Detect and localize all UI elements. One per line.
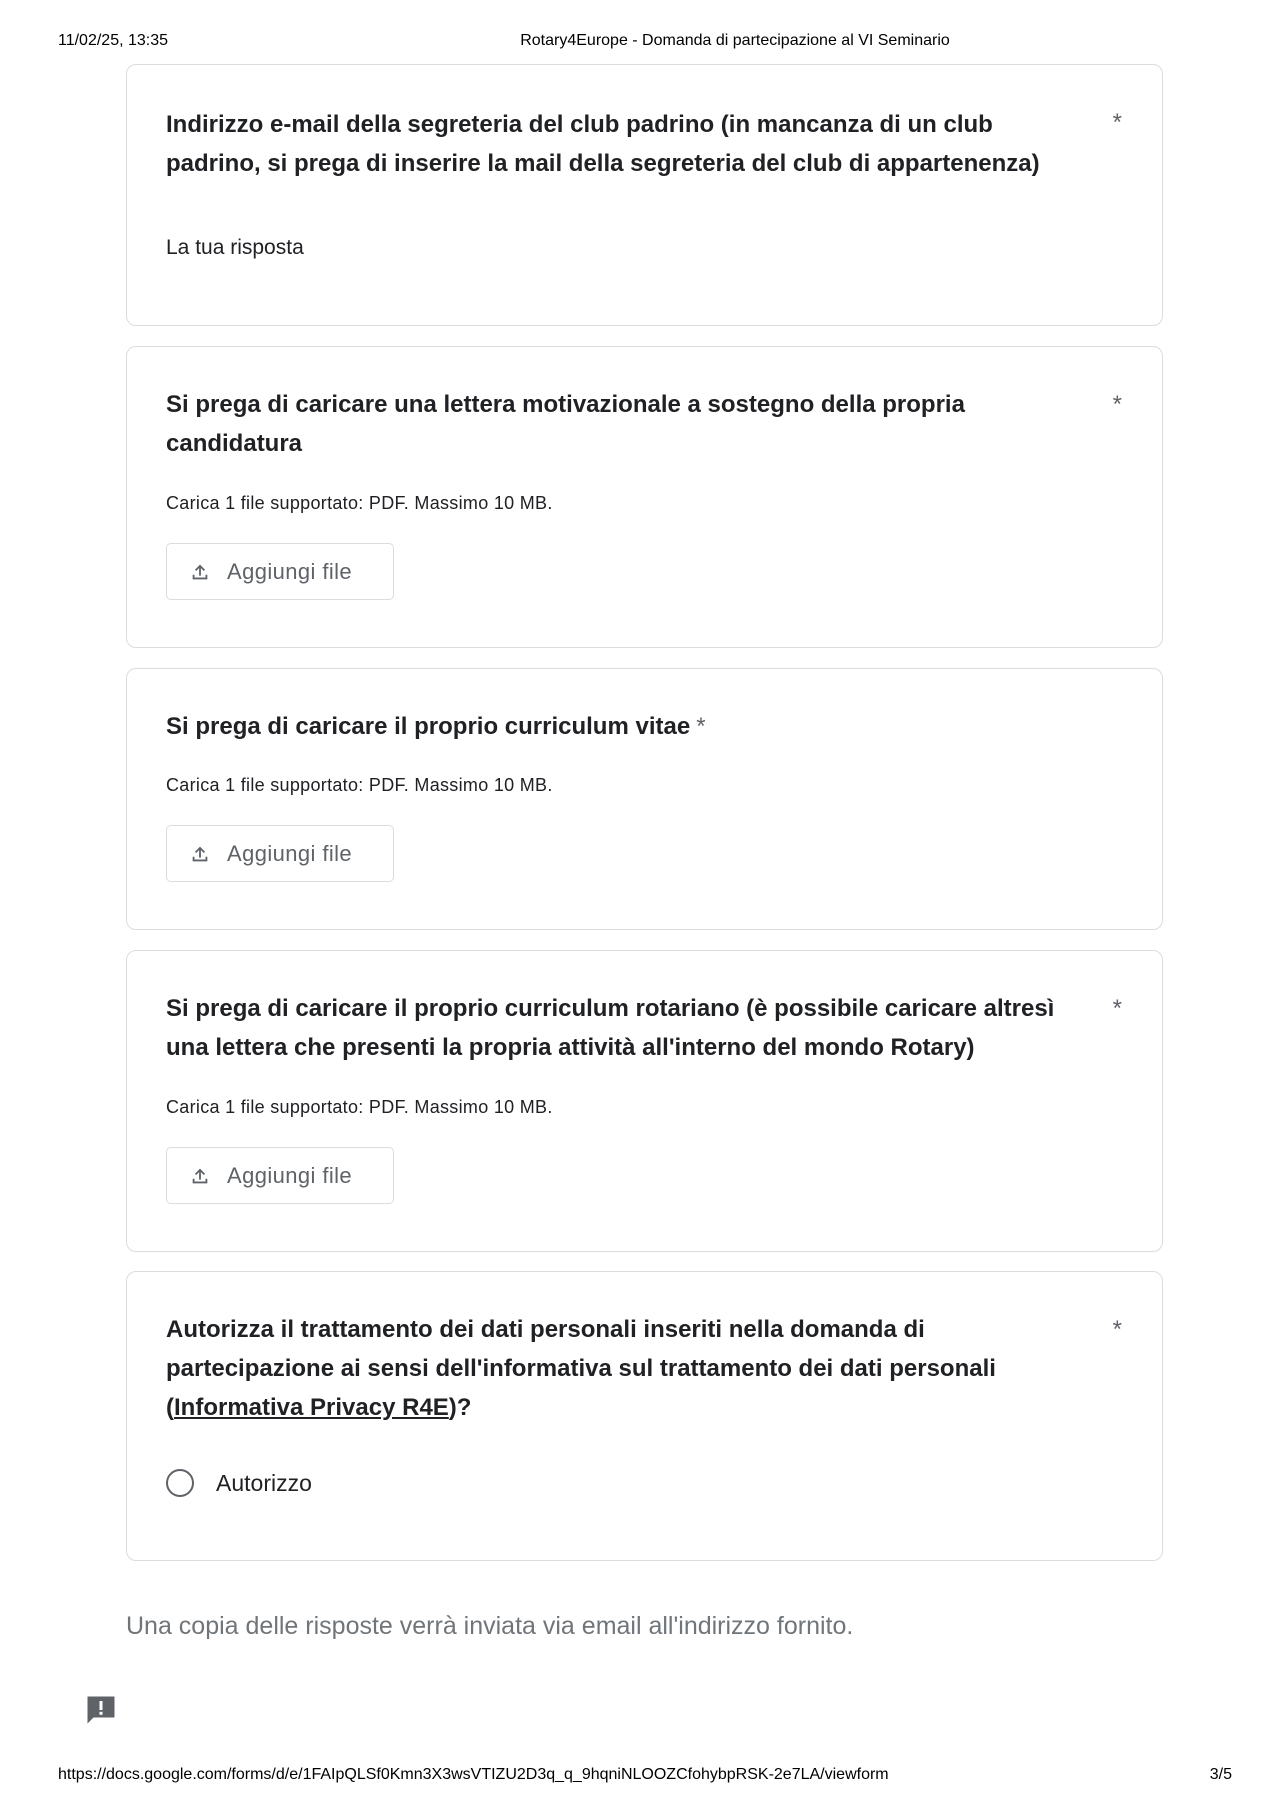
required-asterisk: * — [1112, 391, 1122, 418]
question-title: Si prega di caricare il proprio curricul… — [166, 707, 1072, 746]
question-title: Autorizza il trattamento dei dati person… — [166, 1310, 1072, 1427]
question-title-text: Si prega di caricare il proprio curricul… — [166, 713, 691, 740]
upload-hint: Carica 1 file supportato: PDF. Massimo 1… — [166, 1097, 553, 1117]
add-file-label: Aggiungi file — [227, 558, 353, 584]
question-title-end: )? — [448, 1394, 472, 1421]
print-doc-title: Rotary4Europe - Domanda di partecipazion… — [520, 32, 950, 49]
add-file-label: Aggiungi file — [227, 840, 353, 866]
question-card-privacy-consent: Autorizza il trattamento dei dati person… — [126, 1271, 1163, 1561]
add-file-label: Aggiungi file — [227, 1162, 353, 1188]
print-url: https://docs.google.com/forms/d/e/1FAIpQ… — [58, 1766, 889, 1783]
question-card-sponsor-email: Indirizzo e-mail della segreteria del cl… — [126, 64, 1163, 326]
question-title: Indirizzo e-mail della segreteria del cl… — [166, 111, 1040, 177]
page-number: 3/5 — [1209, 1766, 1232, 1783]
upload-icon — [192, 846, 208, 861]
required-asterisk: * — [696, 713, 706, 740]
report-problem-icon[interactable] — [83, 1692, 119, 1733]
add-file-button[interactable]: Aggiungi file — [166, 1147, 394, 1204]
answer-input[interactable]: La tua risposta — [166, 236, 304, 260]
email-copy-note: Una copia delle risposte verrà inviata v… — [126, 1612, 854, 1640]
required-asterisk: * — [1112, 109, 1122, 136]
radio-option-autorizzo[interactable]: Autorizzo — [166, 1469, 312, 1497]
question-card-rotary-curriculum: Si prega di caricare il proprio curricul… — [126, 950, 1163, 1252]
question-title: Si prega di caricare il proprio curricul… — [166, 995, 1055, 1061]
upload-hint: Carica 1 file supportato: PDF. Massimo 1… — [166, 493, 553, 513]
radio-button[interactable] — [166, 1469, 194, 1497]
print-footer: https://docs.google.com/forms/d/e/1FAIpQ… — [0, 1766, 1280, 1786]
required-asterisk: * — [1112, 995, 1122, 1022]
radio-option-label: Autorizzo — [216, 1469, 312, 1496]
upload-icon — [192, 1168, 208, 1183]
question-card-cv: Si prega di caricare il proprio curricul… — [126, 668, 1163, 930]
privacy-policy-link[interactable]: Informativa Privacy R4E — [174, 1394, 449, 1421]
required-asterisk: * — [1112, 1316, 1122, 1343]
upload-icon — [192, 564, 208, 579]
upload-hint: Carica 1 file supportato: PDF. Massimo 1… — [166, 775, 553, 795]
add-file-button[interactable]: Aggiungi file — [166, 825, 394, 882]
question-title: Si prega di caricare una lettera motivaz… — [166, 391, 965, 457]
add-file-button[interactable]: Aggiungi file — [166, 543, 394, 600]
question-card-motivation-letter: Si prega di caricare una lettera motivaz… — [126, 346, 1163, 648]
print-header: 11/02/25, 13:35 Rotary4Europe - Domanda … — [0, 32, 1280, 52]
